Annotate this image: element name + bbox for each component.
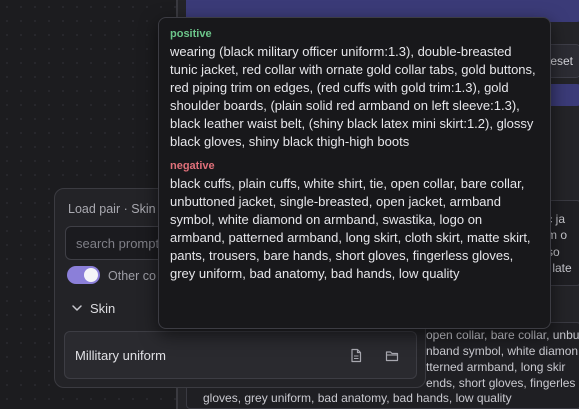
toggle-label: Other co xyxy=(108,269,156,283)
list-item-label: Millitary uniform xyxy=(75,348,167,363)
negative-label: negative xyxy=(170,160,215,172)
negative-prompt-text: black cuffs, plain cuffs, white shirt, t… xyxy=(170,176,531,281)
group-label-skin[interactable]: Skin xyxy=(90,301,115,316)
prompt-text-fragment: nband symbol, white diamon xyxy=(426,344,579,358)
positive-label: positive xyxy=(170,28,212,40)
list-item[interactable]: Millitary uniform xyxy=(64,331,417,379)
positive-prompt-text: wearing (black military officer uniform:… xyxy=(170,44,536,149)
prompt-text-fragment: tterned armband, long skir xyxy=(426,360,566,374)
panel-title: Load pair · Skin xyxy=(68,202,156,216)
chevron-down-icon[interactable] xyxy=(71,302,83,314)
prompt-text-fragment: gloves, grey uniform, bad anatomy, bad h… xyxy=(203,391,512,405)
prompt-text-fragment: open collar, bare collar, unbu xyxy=(426,328,579,342)
prompt-text-fragment: ends, short gloves, fingerles xyxy=(426,376,576,390)
folder-icon[interactable] xyxy=(385,348,399,363)
reset-button[interactable]: eset xyxy=(550,54,573,68)
prompt-preview-tooltip: positive wearing (black military officer… xyxy=(158,17,551,329)
document-icon[interactable] xyxy=(349,348,363,363)
toggle-knob xyxy=(84,268,98,282)
other-toggle[interactable] xyxy=(67,266,100,284)
